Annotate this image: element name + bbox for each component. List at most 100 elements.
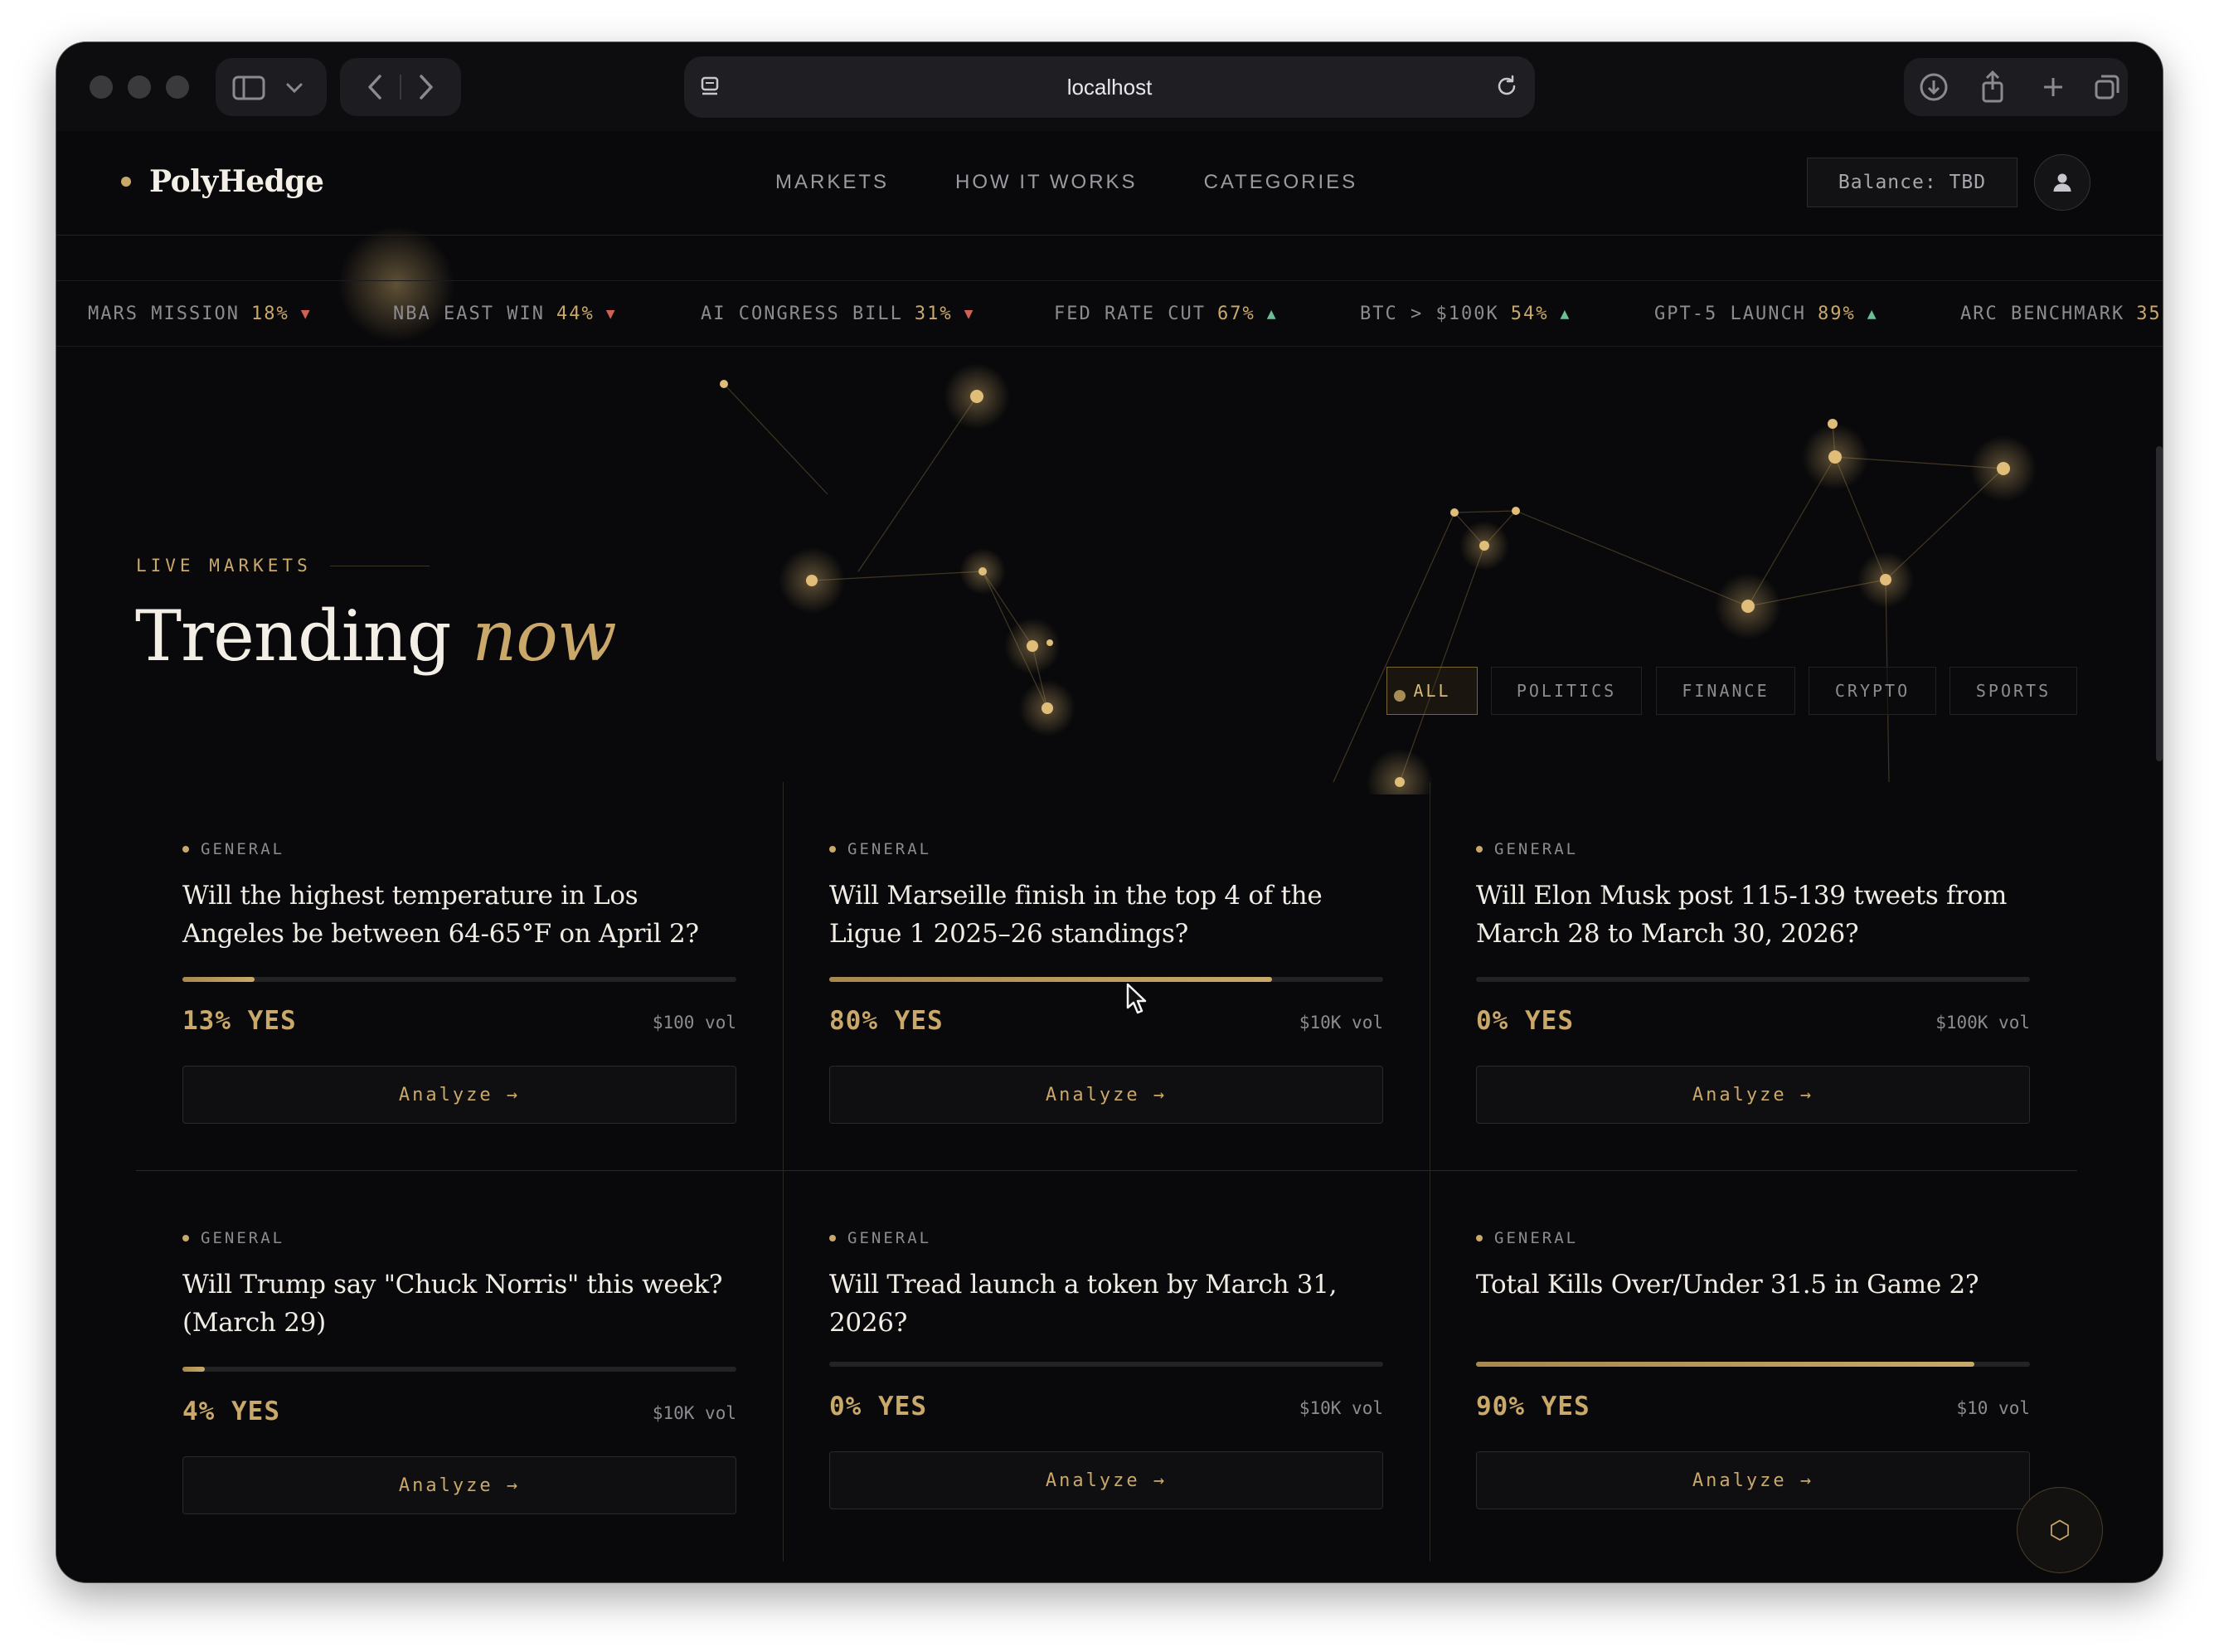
- minimize-window-button[interactable]: [128, 75, 151, 99]
- analyze-button[interactable]: Analyze →: [829, 1066, 1383, 1124]
- assistant-fab-button[interactable]: ⬡: [2017, 1487, 2103, 1573]
- ticker-percent: 67%: [1216, 304, 1255, 324]
- main-nav: MARKETS HOW IT WORKS CATEGORIES: [775, 171, 1357, 194]
- ticker-percent: 18%: [250, 304, 289, 324]
- category-dot-icon: [182, 1235, 189, 1241]
- sidebar-toggle-button[interactable]: [216, 58, 327, 116]
- category-label: GENERAL: [847, 840, 932, 858]
- forward-arrow-icon: [420, 75, 433, 100]
- category-label: GENERAL: [1494, 840, 1579, 858]
- probability-bar: [1476, 1362, 2030, 1367]
- category-dot-icon: [182, 846, 189, 853]
- category-dot-icon: [829, 1235, 836, 1241]
- ticker-item[interactable]: ARC BENCHMARK 35: [1960, 304, 2162, 324]
- probability-bar: [829, 977, 1383, 982]
- ticker-name: BTC > $100K: [1360, 304, 1499, 324]
- probability-fill: [182, 977, 255, 982]
- grid-divider: [136, 1170, 2077, 1171]
- market-ticker: MARS MISSION 18% ▼ NBA EAST WIN 44% ▼ AI…: [56, 280, 2163, 347]
- ticker-percent: 89%: [1817, 304, 1856, 324]
- probability-fill: [829, 977, 1273, 982]
- analyze-button[interactable]: Analyze →: [829, 1451, 1383, 1509]
- share-icon: [1982, 70, 2003, 103]
- browser-toolbar: localhost: [56, 42, 2163, 131]
- market-volume: $10K vol: [1299, 1398, 1383, 1418]
- probability-bar: [1476, 977, 2030, 982]
- nav-link-categories[interactable]: CATEGORIES: [1204, 171, 1358, 194]
- trend-up-icon: ▲: [1560, 305, 1571, 323]
- ticker-percent: 44%: [556, 304, 595, 324]
- market-volume: $100K vol: [1935, 1013, 2030, 1032]
- category-dot-icon: [829, 846, 836, 853]
- user-icon: [2053, 173, 2071, 192]
- grid-divider: [783, 782, 784, 1562]
- brand-dot-icon: [121, 177, 131, 187]
- market-odds: 13% YES: [182, 1006, 297, 1036]
- balance-display: Balance: TBD: [1807, 158, 2017, 207]
- ticker-item[interactable]: AI CONGRESS BILL 31% ▼: [701, 304, 975, 324]
- probability-bar: [182, 977, 736, 982]
- probability-bar: [829, 1362, 1383, 1367]
- ticker-name: GPT-5 LAUNCH: [1654, 304, 1806, 324]
- market-category: GENERAL: [829, 840, 1383, 858]
- market-question[interactable]: Will Elon Musk post 115-139 tweets from …: [1476, 877, 2030, 953]
- nav-link-markets[interactable]: MARKETS: [775, 171, 889, 194]
- market-question[interactable]: Will the highest temperature in Los Ange…: [182, 877, 736, 953]
- address-bar[interactable]: localhost: [684, 56, 1535, 118]
- analyze-button[interactable]: Analyze →: [1476, 1451, 2030, 1509]
- trend-up-icon: ▲: [1867, 305, 1878, 323]
- brand-logo[interactable]: PolyHedge: [121, 164, 324, 199]
- ticker-percent: 35: [2136, 304, 2162, 324]
- trend-down-icon: ▼: [964, 305, 975, 323]
- filter-politics[interactable]: POLITICS: [1491, 667, 1642, 715]
- nav-link-how-it-works[interactable]: HOW IT WORKS: [955, 171, 1138, 194]
- analyze-button[interactable]: Analyze →: [182, 1066, 736, 1124]
- close-window-button[interactable]: [90, 75, 113, 99]
- market-category: GENERAL: [829, 1229, 1383, 1247]
- ticker-name: MARS MISSION: [88, 304, 240, 324]
- reload-icon[interactable]: [1493, 73, 1520, 100]
- category-dot-icon: [1476, 1235, 1483, 1241]
- analyze-button[interactable]: Analyze →: [1476, 1066, 2030, 1124]
- market-question[interactable]: Will Tread launch a token by March 31, 2…: [829, 1266, 1383, 1342]
- downloads-icon: [1920, 73, 1948, 101]
- trend-down-icon: ▼: [300, 305, 312, 323]
- market-question[interactable]: Total Kills Over/Under 31.5 in Game 2?: [1476, 1266, 2030, 1304]
- probability-fill: [182, 1367, 205, 1372]
- page-settings-icon[interactable]: [699, 75, 722, 98]
- scrollbar-thumb[interactable]: [2156, 446, 2163, 761]
- market-category: GENERAL: [1476, 1229, 2030, 1247]
- category-label: GENERAL: [1494, 1229, 1579, 1247]
- hexagon-icon: ⬡: [2048, 1516, 2071, 1544]
- category-dot-icon: [1476, 846, 1483, 853]
- filter-all[interactable]: ALL: [1386, 667, 1478, 715]
- analyze-button[interactable]: Analyze →: [182, 1456, 736, 1514]
- ticker-item[interactable]: MARS MISSION 18% ▼: [88, 304, 312, 324]
- ticker-item[interactable]: GPT-5 LAUNCH 89% ▲: [1654, 304, 1878, 324]
- ticker-item[interactable]: FED RATE CUT 67% ▲: [1054, 304, 1278, 324]
- category-label: GENERAL: [847, 1229, 932, 1247]
- category-label: GENERAL: [201, 1229, 285, 1247]
- url-text: localhost: [1066, 74, 1153, 100]
- zoom-window-button[interactable]: [166, 75, 189, 99]
- toolbar-actions: [1904, 58, 2128, 116]
- filter-finance[interactable]: FINANCE: [1656, 667, 1795, 715]
- probability-fill: [1476, 1362, 1975, 1367]
- section-label-text: LIVE MARKETS: [136, 556, 312, 576]
- tab-overview-icon: [2095, 75, 2119, 100]
- mouse-cursor-icon: [1126, 983, 1147, 1014]
- filter-crypto[interactable]: CRYPTO: [1809, 667, 1936, 715]
- market-question[interactable]: Will Trump say "Chuck Norris" this week?…: [182, 1266, 736, 1342]
- market-odds: 4% YES: [182, 1397, 280, 1426]
- section-eyebrow: LIVE MARKETS: [136, 556, 430, 576]
- page-viewport: PolyHedge MARKETS HOW IT WORKS CATEGORIE…: [56, 131, 2163, 1582]
- category-label: GENERAL: [201, 840, 285, 858]
- ticker-item[interactable]: BTC > $100K 54% ▲: [1360, 304, 1571, 324]
- brand-name: PolyHedge: [149, 164, 324, 199]
- ticker-item[interactable]: NBA EAST WIN 44% ▼: [393, 304, 617, 324]
- filter-sports[interactable]: SPORTS: [1950, 667, 2077, 715]
- user-avatar-button[interactable]: [2034, 154, 2090, 211]
- market-question[interactable]: Will Marseille finish in the top 4 of th…: [829, 877, 1383, 953]
- ticker-percent: 31%: [914, 304, 953, 324]
- market-volume: $100 vol: [652, 1013, 736, 1032]
